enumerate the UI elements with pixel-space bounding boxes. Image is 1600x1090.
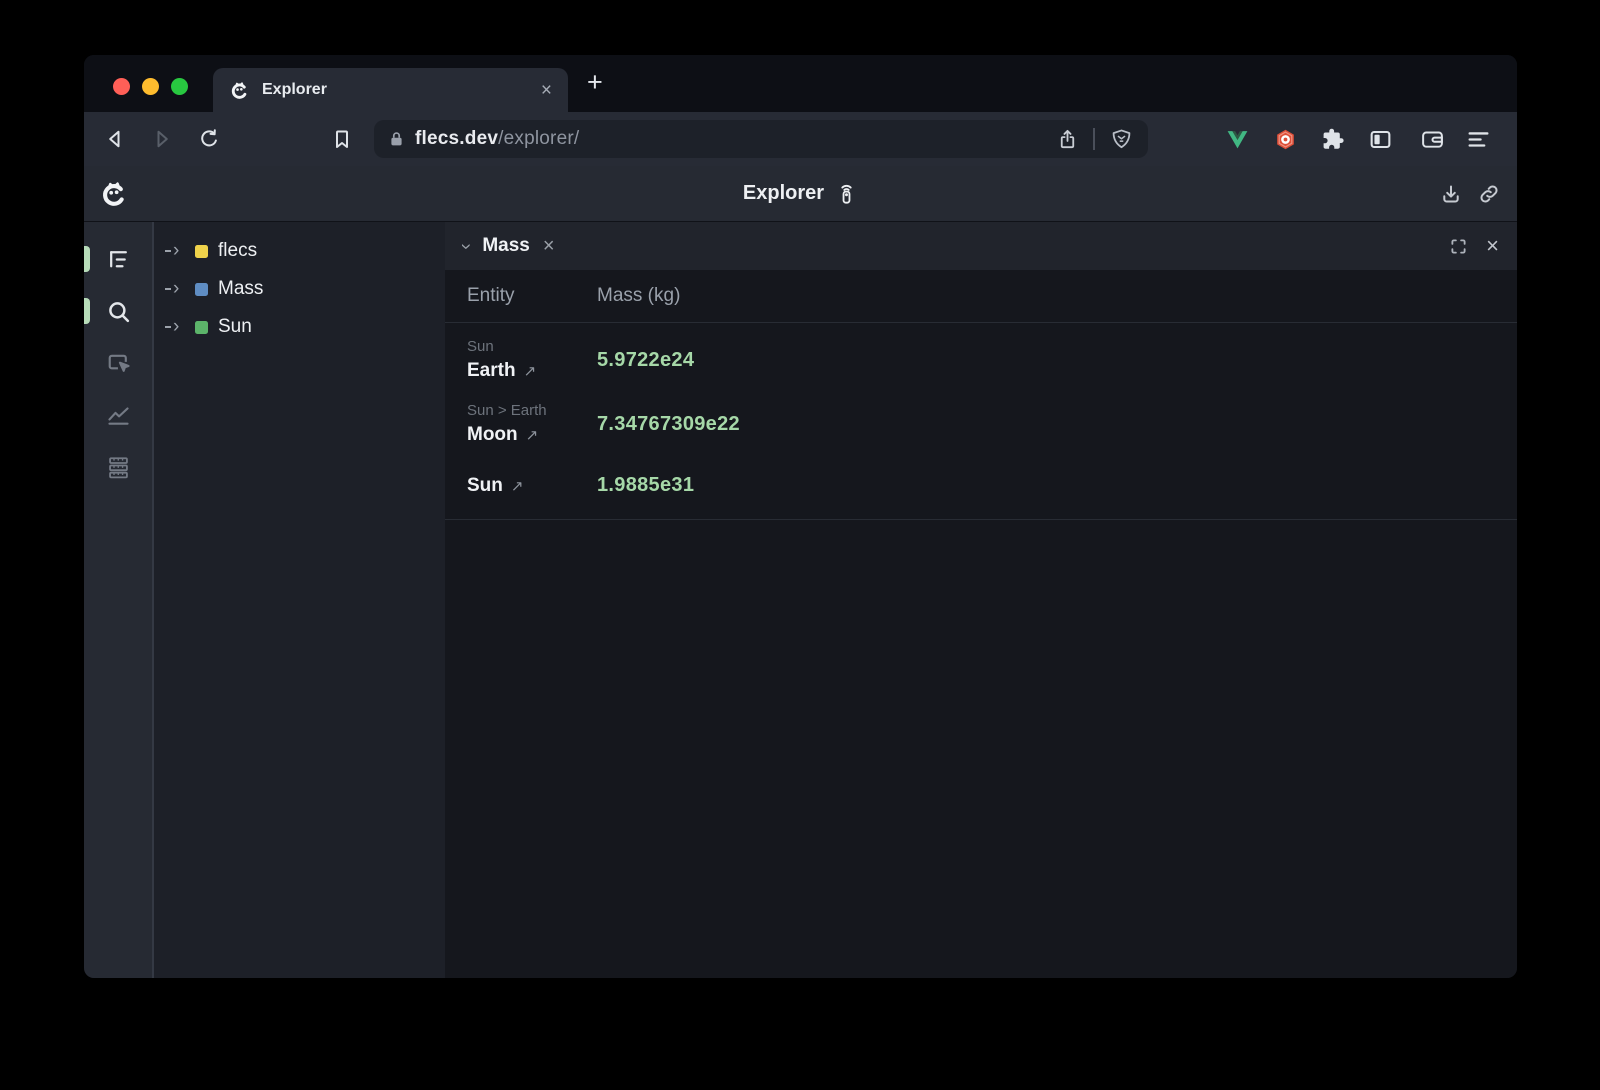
page-title-label: Explorer: [743, 182, 824, 205]
panel-empty-area: [445, 520, 1517, 978]
column-header-entity: Entity: [467, 285, 597, 307]
fullscreen-icon[interactable]: [1448, 236, 1469, 257]
divider: [1093, 128, 1095, 150]
close-window-button[interactable]: [113, 78, 130, 95]
flecs-logo-icon[interactable]: [99, 179, 129, 209]
rail-item-search[interactable]: [84, 285, 152, 337]
search-icon: [105, 298, 132, 325]
chart-icon: [105, 402, 132, 429]
result-rows: Sun Earth ↗ 5.9722e24 Sun > Earth Moon ↗ 7…: [445, 323, 1517, 520]
flecs-favicon-icon: [229, 80, 250, 101]
share-icon[interactable]: [1056, 128, 1079, 151]
mass-value: 5.9722e24: [597, 349, 694, 372]
tree-item-label[interactable]: Sun: [218, 316, 252, 338]
minimize-window-button[interactable]: [142, 78, 159, 95]
tables-icon: [105, 454, 132, 481]
rail-item-tables[interactable]: [84, 441, 152, 493]
tree-item-sun[interactable]: › Sun: [154, 308, 445, 346]
page-title: Explorer: [743, 181, 858, 206]
entity-tree-panel: › flecs › Mass › Sun: [152, 222, 445, 978]
wallet-icon[interactable]: [1420, 127, 1444, 151]
page-header: Explorer: [84, 166, 1517, 222]
mass-value: 1.9885e31: [597, 474, 694, 497]
collapse-chevron-icon[interactable]: ›: [457, 243, 476, 249]
tree-item-flecs[interactable]: › flecs: [154, 232, 445, 270]
tree-item-label[interactable]: flecs: [218, 240, 257, 262]
maximize-window-button[interactable]: [171, 78, 188, 95]
active-indicator: [84, 298, 90, 324]
lock-icon: [388, 130, 405, 148]
table-row: Sun Earth ↗ 5.9722e24: [445, 328, 1517, 392]
nav-toolbar: flecs.dev/explorer/: [84, 112, 1517, 166]
query-tab-title[interactable]: Mass: [482, 235, 530, 257]
reload-icon[interactable]: [197, 127, 221, 151]
entity-name[interactable]: Earth: [467, 360, 516, 382]
forward-icon[interactable]: [150, 127, 174, 151]
expand-chevron-icon[interactable]: ›: [165, 318, 191, 337]
table-row: Sun ↗ 1.9885e31: [445, 464, 1517, 507]
url-path: /explorer/: [498, 128, 579, 149]
extensions-puzzle-icon[interactable]: [1321, 127, 1345, 151]
traffic-lights: [113, 78, 188, 95]
expand-chevron-icon[interactable]: ›: [165, 242, 191, 261]
back-icon[interactable]: [103, 127, 127, 151]
download-icon[interactable]: [1439, 182, 1463, 206]
new-tab-button[interactable]: +: [587, 67, 603, 98]
entity-parent-path: Sun > Earth: [467, 402, 597, 419]
active-indicator: [84, 246, 90, 272]
entity-color-swatch: [195, 245, 208, 258]
hexagon-extension-icon[interactable]: [1273, 127, 1297, 151]
connection-remote-icon[interactable]: [835, 181, 858, 206]
rail-item-tree[interactable]: [84, 233, 152, 285]
entity-name[interactable]: Moon: [467, 424, 518, 446]
tree-item-label[interactable]: Mass: [218, 278, 263, 300]
tree-item-mass[interactable]: › Mass: [154, 270, 445, 308]
browser-window: Explorer × +: [84, 55, 1517, 978]
brave-shield-icon[interactable]: [1109, 127, 1134, 152]
expand-chevron-icon[interactable]: ›: [165, 280, 191, 299]
link-icon[interactable]: [1477, 182, 1501, 206]
tree-icon: [105, 246, 132, 273]
tab-title: Explorer: [262, 81, 541, 99]
rail-item-chart[interactable]: [84, 389, 152, 441]
mass-value: 7.34767309e22: [597, 413, 740, 436]
close-tab-icon[interactable]: ×: [541, 81, 552, 100]
browser-tab[interactable]: Explorer ×: [213, 68, 568, 112]
open-entity-icon[interactable]: ↗: [524, 362, 537, 380]
tab-strip: Explorer × +: [84, 55, 1517, 112]
open-entity-icon[interactable]: ↗: [511, 477, 524, 495]
inspect-cursor-icon: [105, 350, 132, 377]
open-entity-icon[interactable]: ↗: [526, 426, 539, 444]
entity-name[interactable]: Sun: [467, 475, 503, 497]
query-panel-tab-bar: › Mass × ×: [445, 222, 1517, 270]
close-query-tab-icon[interactable]: ×: [543, 236, 555, 256]
sidebar-toggle-icon[interactable]: [1368, 127, 1392, 151]
close-panel-icon[interactable]: ×: [1486, 235, 1499, 257]
query-panel: › Mass × × Entity: [445, 222, 1517, 978]
bookmark-icon[interactable]: [330, 127, 354, 151]
browser-menu-icon[interactable]: [1466, 127, 1490, 151]
column-header-mass: Mass (kg): [597, 285, 680, 307]
entity-color-swatch: [195, 283, 208, 296]
address-bar[interactable]: flecs.dev/explorer/: [374, 120, 1148, 158]
entity-parent-path: Sun: [467, 338, 597, 355]
url-domain: flecs.dev: [415, 128, 498, 149]
left-icon-rail: [84, 222, 152, 978]
vue-devtools-extension-icon[interactable]: [1225, 127, 1249, 151]
url-text: flecs.dev/explorer/: [415, 128, 579, 150]
entity-color-swatch: [195, 321, 208, 334]
rail-item-inspect[interactable]: [84, 337, 152, 389]
table-row: Sun > Earth Moon ↗ 7.34767309e22: [445, 392, 1517, 456]
result-table-header: Entity Mass (kg): [445, 270, 1517, 323]
